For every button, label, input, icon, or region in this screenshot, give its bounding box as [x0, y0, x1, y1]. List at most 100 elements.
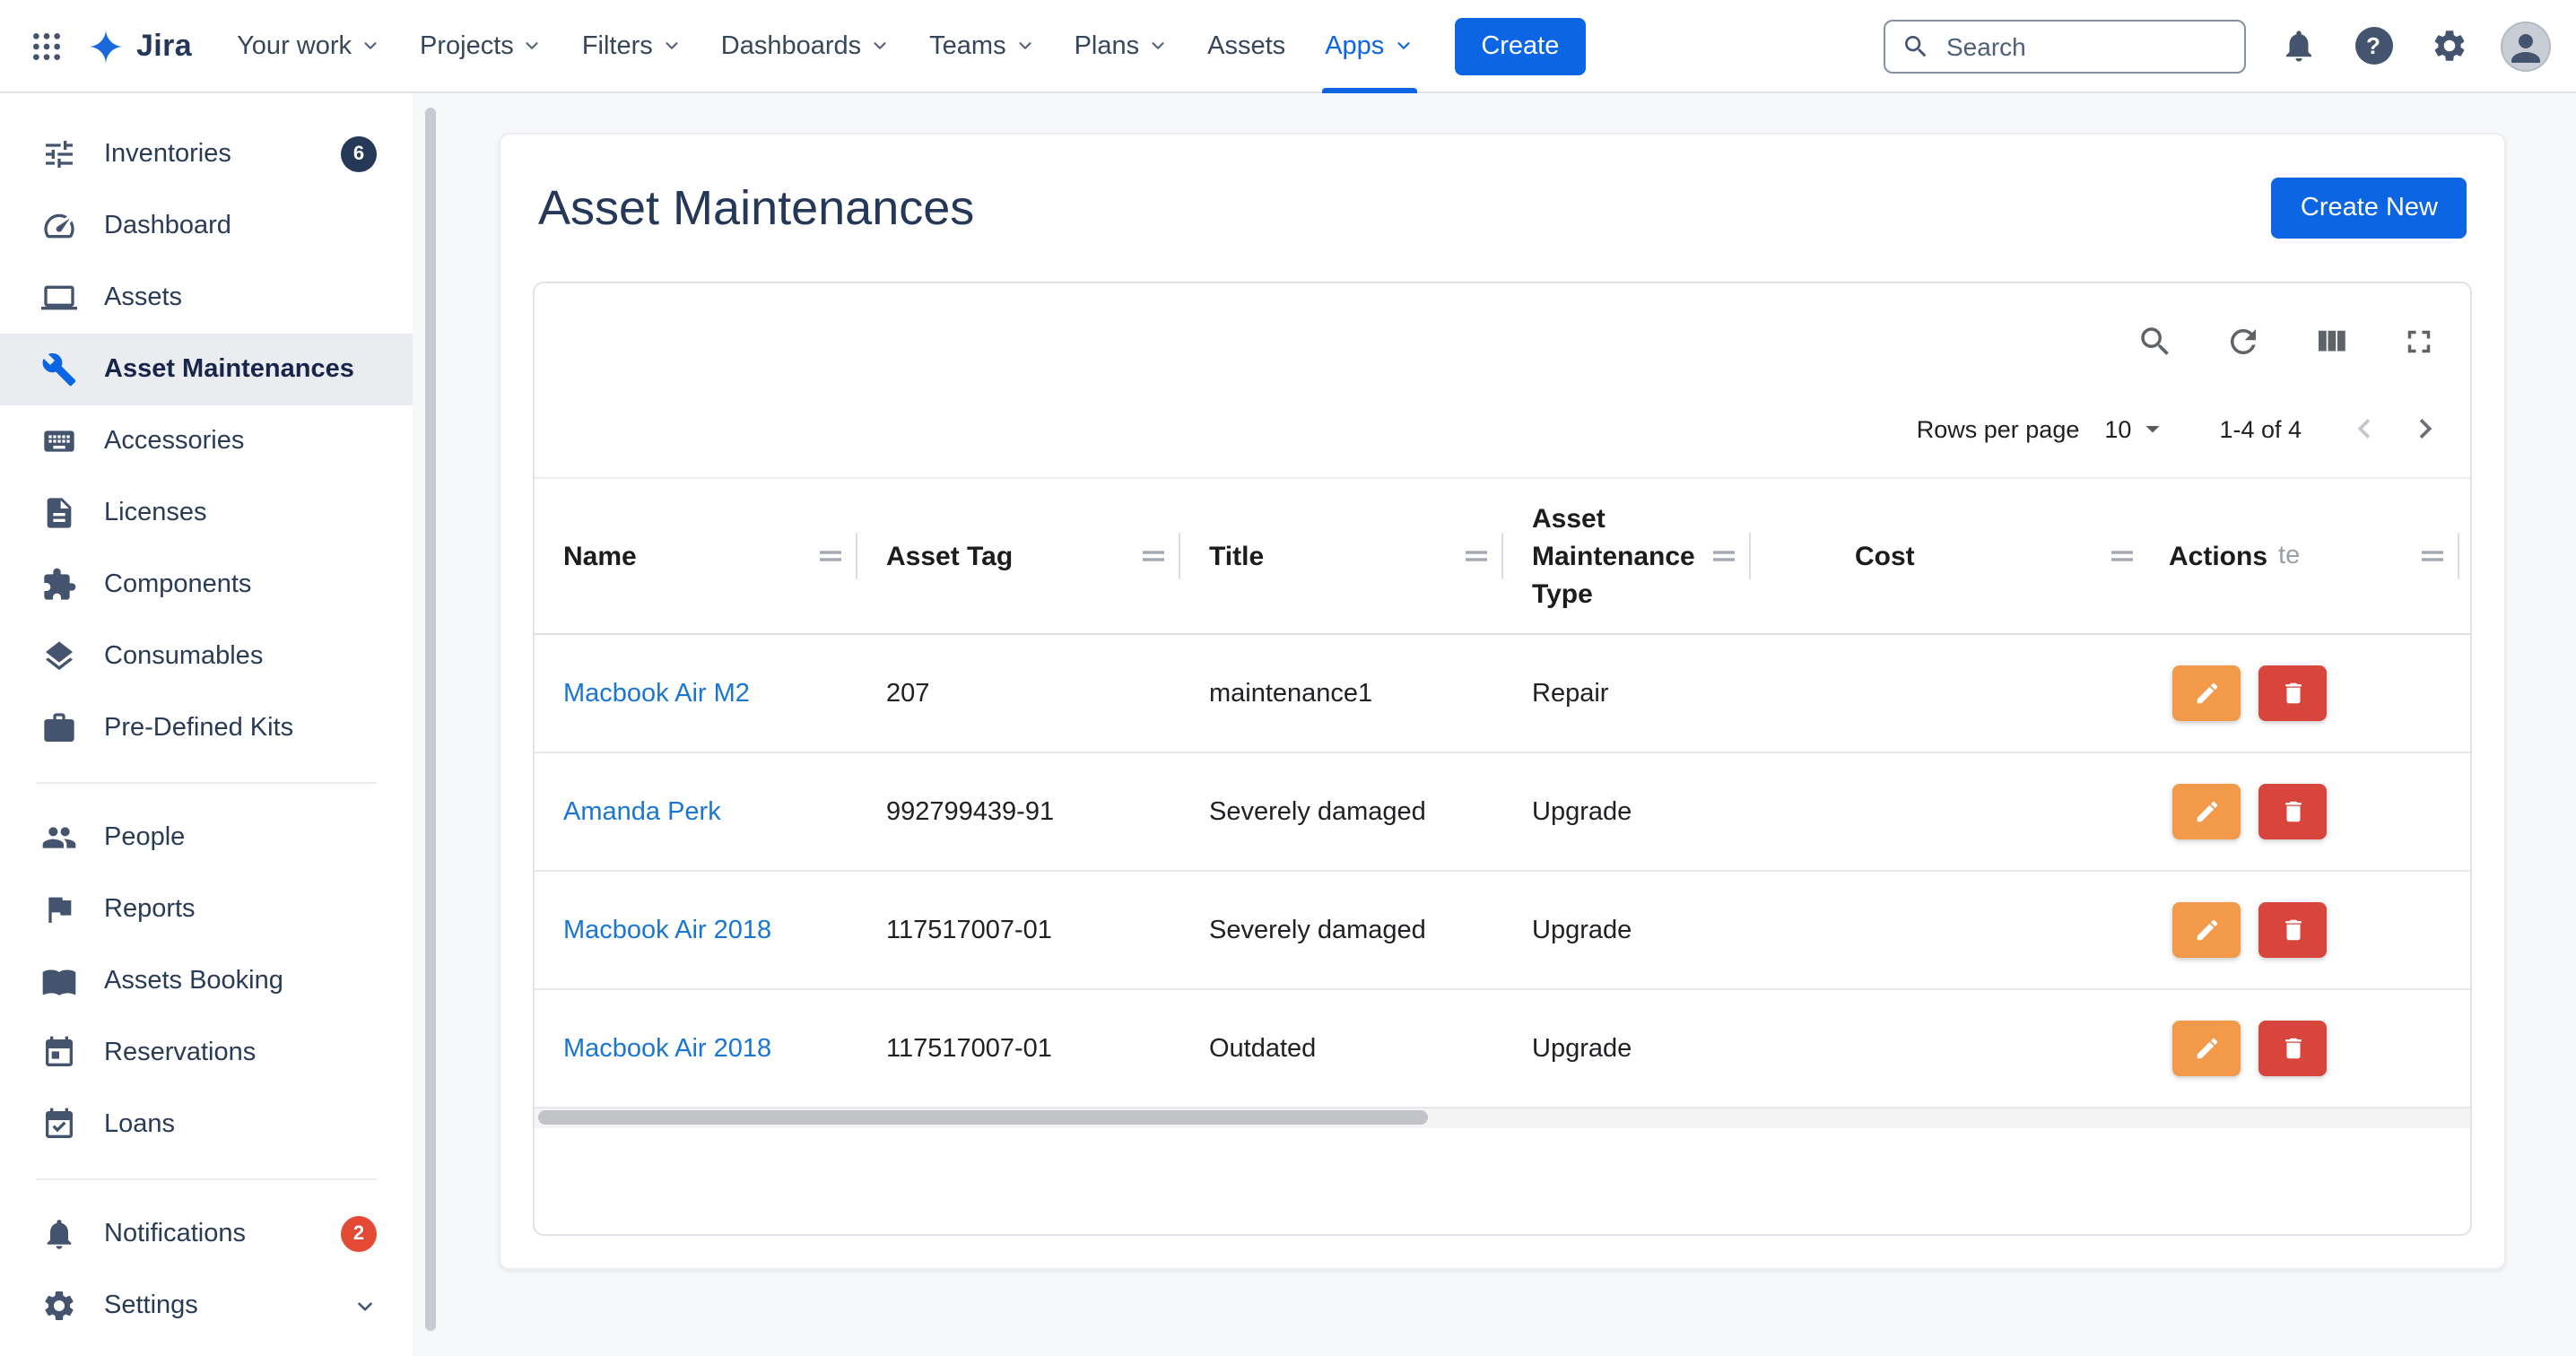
- actions-cell: [2144, 872, 2470, 990]
- app-switcher-icon[interactable]: [18, 17, 75, 74]
- fullscreen-icon[interactable]: [2397, 319, 2440, 362]
- horizontal-scrollbar-thumb[interactable]: [538, 1110, 1429, 1125]
- sidebar-item-settings[interactable]: Settings: [0, 1270, 413, 1342]
- search-icon: [1902, 31, 1930, 60]
- nav-item-teams[interactable]: Teams: [909, 0, 1054, 92]
- nav-item-your-work[interactable]: Your work: [217, 0, 400, 92]
- sidebar-item-notifications[interactable]: Notifications 2: [0, 1198, 413, 1270]
- jira-logo[interactable]: Jira: [75, 26, 217, 65]
- nav-item-apps[interactable]: Apps: [1305, 0, 1432, 92]
- asset-name-link[interactable]: Macbook Air 2018: [535, 1034, 857, 1063]
- sidebar-divider: [36, 782, 377, 784]
- global-search[interactable]: [1884, 19, 2246, 73]
- column-drag-handle-icon[interactable]: [1711, 547, 1736, 565]
- sidebar-item-accessories[interactable]: Accessories: [0, 405, 413, 477]
- sidebar-scrollbar: [413, 93, 452, 1356]
- columns-icon[interactable]: [2309, 319, 2352, 362]
- nav-item-plans[interactable]: Plans: [1055, 0, 1188, 92]
- column-header-name[interactable]: Name: [535, 479, 857, 633]
- edit-button[interactable]: [2172, 902, 2241, 958]
- edit-button[interactable]: [2172, 784, 2241, 839]
- book-icon: [39, 961, 79, 1001]
- settings-icon[interactable]: [2425, 22, 2472, 69]
- column-drag-handle-icon[interactable]: [818, 547, 843, 565]
- sidebar-item-inventories[interactable]: Inventories 6: [0, 118, 413, 190]
- gear-icon: [39, 1286, 79, 1326]
- column-header-actions[interactable]: Actions te: [2144, 477, 2470, 635]
- user-avatar[interactable]: [2501, 21, 2551, 71]
- column-header-cost[interactable]: Cost: [1826, 479, 2149, 633]
- jira-logo-icon: [86, 26, 126, 65]
- rows-per-page-select[interactable]: 10: [2104, 413, 2169, 445]
- data-grid: Name Asset Tag Title: [535, 477, 2470, 1108]
- sidebar-item-asset-maintenances[interactable]: Asset Maintenances: [0, 334, 413, 405]
- title-cell: Outdated: [1180, 1034, 1503, 1063]
- previous-page-button[interactable]: [2334, 398, 2395, 459]
- refresh-icon[interactable]: [2221, 319, 2264, 362]
- sidebar-item-licenses[interactable]: Licenses: [0, 477, 413, 549]
- notifications-icon[interactable]: [2275, 22, 2321, 69]
- delete-button[interactable]: [2258, 902, 2327, 958]
- topnav-right: [1884, 19, 2551, 73]
- delete-button[interactable]: [2258, 784, 2327, 839]
- edit-button[interactable]: [2172, 1021, 2241, 1076]
- asset-tag-cell: 207: [857, 679, 1180, 708]
- nav-item-dashboards[interactable]: Dashboards: [701, 0, 909, 92]
- delete-button[interactable]: [2258, 1021, 2327, 1076]
- nav-item-filters[interactable]: Filters: [562, 0, 701, 92]
- next-page-button[interactable]: [2395, 398, 2456, 459]
- asset-tag-cell: 117517007-01: [857, 1034, 1180, 1063]
- column-header-title[interactable]: Title: [1180, 479, 1503, 633]
- asset-name-link[interactable]: Macbook Air 2018: [535, 916, 857, 944]
- actions-cell: [2144, 753, 2470, 872]
- sidebar-item-loans[interactable]: Loans: [0, 1089, 413, 1160]
- hidden-column-fragment: te: [2278, 542, 2420, 570]
- maintenance-table-card: Rows per page 10 1-4 of 4: [533, 282, 2472, 1236]
- caret-down-icon: [2137, 413, 2169, 445]
- nav-item-assets[interactable]: Assets: [1188, 0, 1305, 92]
- actions-column: Actions te: [2144, 477, 2470, 1108]
- sidebar-item-dashboard[interactable]: Dashboard: [0, 190, 413, 262]
- column-drag-handle-icon[interactable]: [1141, 547, 1166, 565]
- search-input[interactable]: [1943, 30, 2228, 62]
- edit-button[interactable]: [2172, 665, 2241, 721]
- screen: Jira Your work Projects Filters Dashboar…: [0, 0, 2576, 1356]
- column-drag-handle-icon[interactable]: [2420, 547, 2445, 565]
- column-header-asset-tag[interactable]: Asset Tag: [857, 479, 1180, 633]
- table-toolbar: [535, 283, 2470, 380]
- actions-cell: [2144, 990, 2470, 1108]
- create-new-button[interactable]: Create New: [2272, 178, 2467, 239]
- calendar-check-icon: [39, 1105, 79, 1144]
- sidebar-item-assets[interactable]: Assets: [0, 262, 413, 334]
- asset-name-link[interactable]: Macbook Air M2: [535, 679, 857, 708]
- sidebar-item-reservations[interactable]: Reservations: [0, 1017, 413, 1089]
- chevron-down-icon: [1015, 36, 1035, 56]
- title-cell: Severely damaged: [1180, 916, 1503, 944]
- chevron-down-icon: [353, 1294, 377, 1317]
- column-separator: [1749, 533, 1751, 579]
- toolbox-icon: [39, 708, 79, 748]
- sidebar-item-pre-defined-kits[interactable]: Pre-Defined Kits: [0, 692, 413, 764]
- nav-item-projects[interactable]: Projects: [400, 0, 562, 92]
- create-button[interactable]: Create: [1454, 17, 1586, 74]
- chevron-down-icon: [1393, 36, 1413, 56]
- keyboard-icon: [39, 422, 79, 461]
- column-drag-handle-icon[interactable]: [1464, 547, 1489, 565]
- sidebar-item-assets-booking[interactable]: Assets Booking: [0, 945, 413, 1017]
- chevron-down-icon: [662, 36, 682, 56]
- chevron-down-icon: [523, 36, 543, 56]
- search-icon[interactable]: [2133, 319, 2176, 362]
- delete-button[interactable]: [2258, 665, 2327, 721]
- sidebar-item-components[interactable]: Components: [0, 549, 413, 621]
- column-drag-handle-icon[interactable]: [2110, 547, 2135, 565]
- help-icon[interactable]: [2350, 22, 2397, 69]
- chevron-down-icon: [870, 36, 890, 56]
- sidebar-scrollbar-thumb[interactable]: [425, 108, 436, 1331]
- sidebar: Inventories 6 Dashboard Assets Asset Mai…: [0, 93, 413, 1356]
- asset-name-link[interactable]: Amanda Perk: [535, 797, 857, 826]
- sidebar-item-people[interactable]: People: [0, 802, 413, 874]
- column-header-asset-maintenance-type[interactable]: Asset Maintenance Type: [1503, 479, 1826, 633]
- sidebar-item-consumables[interactable]: Consumables: [0, 621, 413, 692]
- column-separator: [2458, 533, 2459, 579]
- sidebar-item-reports[interactable]: Reports: [0, 874, 413, 945]
